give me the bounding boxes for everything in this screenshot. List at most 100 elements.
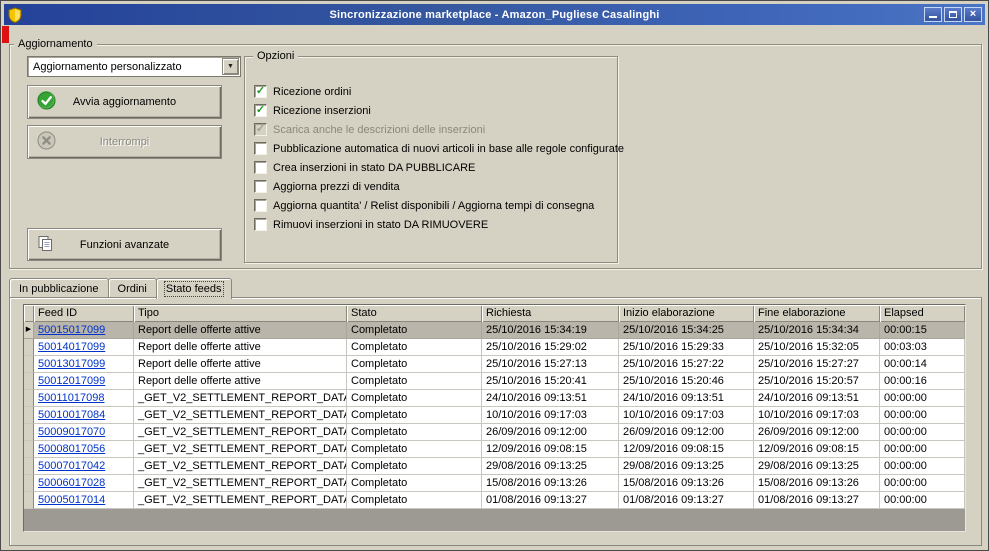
funzioni-avanzate-button[interactable]: Funzioni avanzate [27,228,222,261]
avvia-aggiornamento-button[interactable]: Avvia aggiornamento [27,85,222,119]
interrompi-button[interactable]: Interrompi [27,125,222,159]
table-cell: 10/10/2016 09:17:03 [754,407,880,424]
window-controls: × [924,7,982,22]
grid-header: Feed ID Tipo Stato Richiesta Inizio elaboraz… [24,305,965,322]
row-selector[interactable] [24,356,34,373]
start-check-icon [36,90,56,113]
window-title: Sincronizzazione marketplace - Amazon_Pu… [329,8,660,21]
table-row[interactable]: 50005017014 _GET_V2_SETTLEMENT_REPORT_DAT… [24,492,965,509]
avvia-button-label: Avvia aggiornamento [72,96,177,108]
row-selector[interactable] [24,492,34,509]
checkbox-box[interactable] [254,180,267,193]
column-header[interactable]: Feed ID [34,305,134,322]
tab-stato-feeds[interactable]: Stato feeds [155,278,232,299]
feed-id-link[interactable]: 50009017070 [34,424,134,441]
row-selector[interactable]: ▶ [24,322,34,339]
row-selector[interactable] [24,390,34,407]
checkbox-box[interactable] [254,218,267,231]
column-header[interactable]: Richiesta [482,305,619,322]
row-selector[interactable] [24,475,34,492]
checkbox-box[interactable] [254,142,267,155]
table-row[interactable]: 50007017042 _GET_V2_SETTLEMENT_REPORT_DAT… [24,458,965,475]
table-cell: Completato [347,356,482,373]
row-selector[interactable] [24,441,34,458]
table-cell: Completato [347,441,482,458]
table-row[interactable]: ▶ 50015017099 Report delle offerte attive C… [24,322,965,339]
feed-id-link[interactable]: 50012017099 [34,373,134,390]
shield-icon [7,6,23,23]
checkbox-box: ✓ [254,123,267,136]
row-selector[interactable] [24,458,34,475]
close-button[interactable]: × [964,7,982,22]
table-cell: 25/10/2016 15:20:46 [619,373,754,390]
checkbox-label: Scarica anche le descrizioni delle inser… [273,123,486,136]
tab-in-pubblicazione[interactable]: In pubblicazione [9,278,109,298]
column-header[interactable]: Fine elaborazione [754,305,880,322]
table-cell: 15/08/2016 09:13:26 [754,475,880,492]
checkbox-label: Crea inserzioni in stato DA PUBBLICARE [273,161,476,174]
table-row[interactable]: 50008017056 _GET_V2_SETTLEMENT_REPORT_DAT… [24,441,965,458]
tab-label: In pubblicazione [19,282,99,295]
table-cell: Completato [347,322,482,339]
checkbox-box[interactable] [254,161,267,174]
table-row[interactable]: 50013017099 Report delle offerte attive Co… [24,356,965,373]
checkbox-item[interactable]: Aggiorna quantita' / Relist disponibili … [254,199,610,212]
table-cell: Completato [347,339,482,356]
table-row[interactable]: 50006017028 _GET_V2_SETTLEMENT_REPORT_DAT… [24,475,965,492]
tab-ordini[interactable]: Ordini [107,278,157,298]
table-row[interactable]: 50014017099 Report delle offerte attive Co… [24,339,965,356]
feed-id-link[interactable]: 50008017056 [34,441,134,458]
checkbox-box[interactable] [254,199,267,212]
table-cell: Completato [347,390,482,407]
table-cell: 25/10/2016 15:34:34 [754,322,880,339]
chevron-down-icon[interactable]: ▼ [222,58,239,75]
feeds-grid-body: ▶ 50015017099 Report delle offerte attive C… [24,322,965,509]
checkbox-item[interactable]: Rimuovi inserzioni in stato DA RIMUOVERE [254,218,610,231]
feed-id-link[interactable]: 50005017014 [34,492,134,509]
table-row[interactable]: 50009017070 _GET_V2_SETTLEMENT_REPORT_DAT… [24,424,965,441]
stop-icon [37,131,56,153]
checkbox-label: Rimuovi inserzioni in stato DA RIMUOVERE [273,218,489,231]
table-row[interactable]: 50012017099 Report delle offerte attive Co… [24,373,965,390]
update-type-dropdown[interactable]: Aggiornamento personalizzato ▼ [27,56,241,77]
table-row[interactable]: 50010017084 _GET_V2_SETTLEMENT_REPORT_DAT… [24,407,965,424]
feed-id-link[interactable]: 50007017042 [34,458,134,475]
table-row[interactable]: 50011017098 _GET_V2_SETTLEMENT_REPORT_DAT… [24,390,965,407]
row-selector[interactable] [24,373,34,390]
close-icon: × [969,8,977,20]
checkbox-label: Aggiorna quantita' / Relist disponibili … [273,199,595,212]
funzioni-button-label: Funzioni avanzate [79,238,170,251]
table-cell: _GET_V2_SETTLEMENT_REPORT_DATA_... [134,424,347,441]
checkbox-label: Ricezione ordini [273,85,352,98]
feed-id-link[interactable]: 50006017028 [34,475,134,492]
row-selector[interactable] [24,424,34,441]
checkbox-box[interactable]: ✓ [254,104,267,117]
table-cell: 01/08/2016 09:13:27 [619,492,754,509]
aggiornamento-group-label: Aggiornamento [14,38,97,50]
feed-id-link[interactable]: 50015017099 [34,322,134,339]
table-cell: 10/10/2016 09:17:03 [482,407,619,424]
column-header[interactable]: Inizio elaborazione [619,305,754,322]
checkbox-item[interactable]: ✓ Ricezione ordini [254,85,610,98]
checkbox-item[interactable]: ✓ Ricezione inserzioni [254,104,610,117]
checkbox-box[interactable]: ✓ [254,85,267,98]
column-header[interactable]: Stato [347,305,482,322]
titlebar[interactable]: Sincronizzazione marketplace - Amazon_Pu… [4,4,985,25]
checkbox-item[interactable]: Aggiorna prezzi di vendita [254,180,610,193]
checkbox-item[interactable]: Crea inserzioni in stato DA PUBBLICARE [254,161,610,174]
feed-id-link[interactable]: 50014017099 [34,339,134,356]
table-cell: _GET_V2_SETTLEMENT_REPORT_DATA_... [134,458,347,475]
feed-id-link[interactable]: 50011017098 [34,390,134,407]
table-cell: 00:03:03 [880,339,965,356]
feed-id-link[interactable]: 50010017084 [34,407,134,424]
table-cell: 12/09/2016 09:08:15 [482,441,619,458]
column-header[interactable]: Tipo [134,305,347,322]
row-selector[interactable] [24,339,34,356]
maximize-button[interactable] [944,7,962,22]
row-selector[interactable] [24,407,34,424]
table-cell: Report delle offerte attive [134,373,347,390]
feed-id-link[interactable]: 50013017099 [34,356,134,373]
column-header[interactable]: Elapsed [880,305,965,322]
checkbox-item[interactable]: Pubblicazione automatica di nuovi artico… [254,142,624,155]
minimize-button[interactable] [924,7,942,22]
